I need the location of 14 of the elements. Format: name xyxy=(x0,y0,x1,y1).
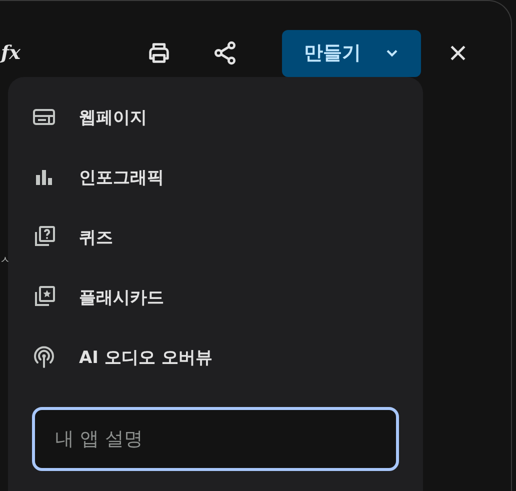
logo-text: fx xyxy=(1,42,22,64)
body-text: ㅅ xyxy=(0,254,10,267)
share-icon[interactable] xyxy=(212,40,238,66)
menu-item[interactable]: 플래시카드 xyxy=(8,267,423,327)
menu-item[interactable]: 퀴즈 xyxy=(8,207,423,267)
menu-item[interactable]: AI 오디오 오버뷰 xyxy=(8,327,423,387)
quiz-cards-icon xyxy=(32,225,56,249)
create-button[interactable]: 만들기 xyxy=(282,30,421,76)
star-cards-icon xyxy=(32,285,56,309)
podcast-icon xyxy=(32,345,56,369)
app-description-field[interactable]: 내 앱 설명 xyxy=(32,407,399,471)
menu-item[interactable]: 웹페이지 xyxy=(8,87,423,147)
menu-item[interactable]: 인포그래픽 xyxy=(8,147,423,207)
print-icon[interactable] xyxy=(146,40,172,66)
